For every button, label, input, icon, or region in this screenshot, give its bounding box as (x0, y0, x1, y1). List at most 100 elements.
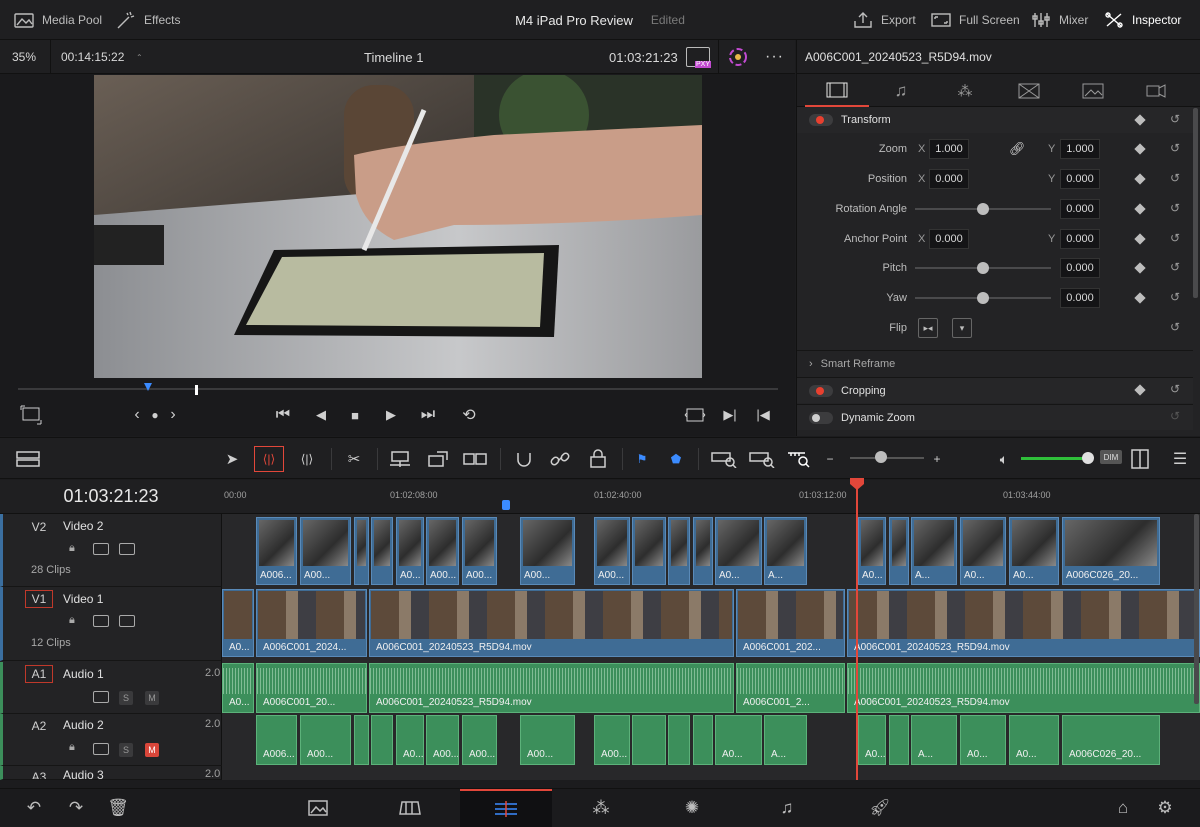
solo-button[interactable]: S (119, 691, 133, 705)
volume-slider[interactable] (1021, 457, 1087, 460)
lock-icon[interactable]: 🔒︎ (69, 542, 75, 555)
track-name-a1[interactable]: Audio 1 (63, 667, 104, 681)
video-clip[interactable]: A... (764, 517, 807, 585)
track-visibility-icon[interactable] (119, 615, 135, 627)
timeline-ruler[interactable]: 00:00 01:02:08:00 01:02:40:00 01:03:12:0… (222, 480, 1200, 514)
zoom-out-icon[interactable]: − (816, 446, 844, 472)
export-button[interactable]: Export (853, 0, 916, 40)
audio-clip[interactable]: A... (764, 715, 807, 765)
zoom-reset-icon[interactable]: ↺ (1170, 141, 1180, 155)
full-screen-button[interactable]: Full Screen (931, 0, 1020, 40)
audio-clip[interactable]: A00... (594, 715, 630, 765)
pitch-keyframe-icon[interactable] (1134, 262, 1146, 274)
video-clip[interactable]: A0... (1009, 517, 1059, 585)
scrubber-playhead[interactable] (195, 385, 198, 395)
split-view-icon[interactable] (1126, 446, 1154, 472)
skip-to-start-icon[interactable]: ⏮ (268, 400, 298, 430)
tab-effects-icon[interactable]: ⁂ (933, 74, 997, 107)
play-icon[interactable]: ▶ (376, 400, 406, 430)
volume-icon[interactable]: 🔈︎ (990, 446, 1018, 472)
yaw-keyframe-icon[interactable] (1134, 292, 1146, 304)
auto-select-icon[interactable] (93, 543, 109, 555)
timeline-view-options-icon[interactable] (14, 446, 42, 472)
yaw-reset-icon[interactable]: ↺ (1170, 290, 1180, 304)
auto-select-icon[interactable] (93, 743, 109, 755)
video-clip[interactable] (354, 517, 369, 585)
selection-tool-icon[interactable]: ➤ (218, 446, 246, 472)
mixer-button[interactable]: Mixer (1031, 0, 1088, 40)
tab-video-icon[interactable] (805, 74, 869, 107)
fairlight-page-icon[interactable]: ♫ (755, 789, 819, 827)
rotation-field[interactable]: 0.000 (1060, 199, 1100, 219)
flag-icon[interactable]: ⚑ (628, 446, 656, 472)
tab-file-icon[interactable] (1125, 74, 1189, 107)
video-clip[interactable]: A0... (222, 589, 254, 657)
timeline-zoom-slider[interactable] (850, 457, 924, 459)
anchor-y-field[interactable]: 0.000 (1060, 229, 1100, 249)
auto-select-icon[interactable] (93, 691, 109, 703)
anchor-reset-icon[interactable]: ↺ (1170, 231, 1180, 245)
audio-clip[interactable] (371, 715, 393, 765)
video-clip[interactable]: A... (911, 517, 957, 585)
audio-clip[interactable]: A... (911, 715, 957, 765)
auto-select-icon[interactable] (93, 615, 109, 627)
deliver-page-icon[interactable]: 🚀︎ (848, 789, 912, 827)
rotation-slider-knob[interactable] (977, 203, 989, 215)
video-clip[interactable]: A006C001_2024... (256, 589, 367, 657)
zoom-full-icon[interactable] (710, 446, 738, 472)
inspector-button[interactable]: Inspector (1104, 0, 1181, 40)
insert-clip-icon[interactable] (386, 446, 414, 472)
flip-horizontal-icon[interactable]: ▸◂ (918, 318, 938, 338)
next-clip-icon[interactable]: › (158, 400, 188, 430)
audio-clip[interactable]: A006... (256, 715, 297, 765)
position-reset-icon[interactable]: ↺ (1170, 171, 1180, 185)
video-clip[interactable]: A006... (256, 517, 297, 585)
audio-clip[interactable]: A0... (1009, 715, 1059, 765)
settings-gear-icon[interactable]: ⚙ (1133, 789, 1197, 827)
video-clip[interactable] (889, 517, 909, 585)
position-lock-icon[interactable] (584, 446, 612, 472)
video-clip[interactable]: A00... (594, 517, 630, 585)
match-frame-icon[interactable] (680, 400, 710, 430)
mute-button[interactable]: M (145, 743, 159, 757)
flip-reset-icon[interactable]: ↺ (1170, 320, 1180, 334)
video-clip[interactable]: A0... (715, 517, 762, 585)
cut-page-icon[interactable] (378, 789, 442, 827)
audio-clip[interactable]: A0... (222, 663, 254, 713)
zoom-x-field[interactable]: 1.000 (929, 139, 969, 159)
audio-clip[interactable]: A006C026_20... (1062, 715, 1160, 765)
loop-icon[interactable]: ⟲ (454, 400, 484, 430)
audio-clip[interactable]: A006C001_2... (736, 663, 845, 713)
media-page-icon[interactable] (286, 789, 350, 827)
smart-reframe-section[interactable]: › Smart Reframe (797, 350, 1193, 376)
zoom-y-field[interactable]: 1.000 (1060, 139, 1100, 159)
color-page-icon[interactable]: ✺ (660, 789, 724, 827)
in-point-icon[interactable]: |◀ (748, 400, 778, 430)
video-clip[interactable]: A00... (426, 517, 459, 585)
tab-audio-icon[interactable]: ♫ (869, 74, 933, 107)
track-name-a3[interactable]: Audio 3 (63, 768, 104, 779)
pitch-field[interactable]: 0.000 (1060, 258, 1100, 278)
more-options-icon[interactable]: ··· (765, 40, 784, 74)
video-clip[interactable] (668, 517, 690, 585)
playhead[interactable] (856, 480, 858, 780)
track-visibility-icon[interactable] (119, 543, 135, 555)
position-keyframe-icon[interactable] (1134, 173, 1146, 185)
cropping-toggle[interactable] (809, 384, 833, 397)
audio-clip[interactable] (632, 715, 666, 765)
inspector-scrollbar[interactable] (1193, 108, 1198, 298)
audio-clip[interactable]: A006C001_20240523_R5D94.mov (369, 663, 734, 713)
audio-clip[interactable]: A00... (300, 715, 351, 765)
tab-transition-icon[interactable] (997, 74, 1061, 107)
track-id-v1[interactable]: V1 (25, 590, 53, 608)
tab-image-icon[interactable] (1061, 74, 1125, 107)
audio-clip[interactable]: A0... (858, 715, 886, 765)
audio-clip[interactable] (668, 715, 690, 765)
video-clip[interactable] (371, 517, 393, 585)
reset-icon[interactable]: ↺ (1170, 112, 1180, 126)
trim-tool-icon[interactable]: ⟨|⟩ (254, 446, 284, 472)
track-name-v2[interactable]: Video 2 (63, 519, 103, 533)
audio-clip[interactable] (889, 715, 909, 765)
dim-button[interactable]: DIM (1100, 450, 1122, 464)
zoom-custom-icon[interactable] (786, 446, 814, 472)
